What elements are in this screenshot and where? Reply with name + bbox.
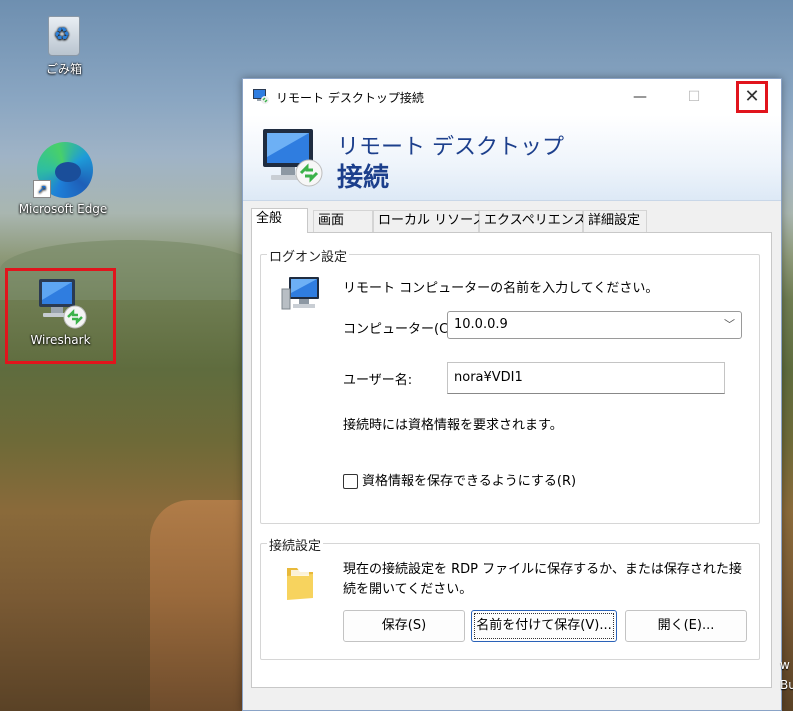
remote-desktop-monitor-icon xyxy=(263,129,323,187)
recycle-bin-label: ごみ箱 xyxy=(45,62,82,76)
folder-icon xyxy=(287,568,313,600)
rdp-window: リモート デスクトップ接続 — ☐ ✕ リモート デスクトップ 接続 全般 画面… xyxy=(242,78,782,711)
remote-desktop-icon xyxy=(253,89,269,104)
desktop-icon-wireshark[interactable]: Wireshark xyxy=(5,268,116,364)
desktop-icon-recycle-bin[interactable]: ♻ ごみ箱 xyxy=(14,10,114,77)
save-credentials-checkbox[interactable] xyxy=(343,474,358,489)
connection-description: 現在の接続設定を RDP ファイルに保存するか、または保存された接続を開いてくだ… xyxy=(343,562,742,597)
wireshark-label: Wireshark xyxy=(30,333,91,347)
connection-settings-group: 接続設定 現在の接続設定を RDP ファイルに保存するか、または保存された接続を… xyxy=(260,535,760,660)
shortcut-arrow-icon: ↗ xyxy=(33,180,51,198)
credentials-info-text: 接続時には資格情報を要求されます。 xyxy=(343,418,563,433)
desktop-edge-text: w Bu xyxy=(780,658,793,692)
tab-general[interactable]: 全般 xyxy=(251,208,308,233)
computer-label: コンピューター(C): xyxy=(343,322,458,337)
computer-monitor-icon xyxy=(281,277,319,310)
connection-group-title: 接続設定 xyxy=(267,535,324,554)
logon-group-title: ログオン設定 xyxy=(267,246,350,265)
remote-desktop-icon xyxy=(31,275,91,331)
tab-local-resources[interactable]: ローカル リソース xyxy=(373,210,485,232)
computer-combobox[interactable]: 10.0.0.9 ﹀ xyxy=(447,311,742,339)
username-label: ユーザー名: xyxy=(343,373,413,388)
computer-value: 10.0.0.9 xyxy=(454,317,508,332)
save-credentials-label: 資格情報を保存できるようにする(R) xyxy=(362,474,577,489)
tab-experience[interactable]: エクスペリエンス xyxy=(479,210,586,232)
edge-icon: ↗ xyxy=(33,140,93,200)
window-title: リモート デスクトップ接続 xyxy=(276,91,424,105)
save-button[interactable]: 保存(S) xyxy=(343,610,465,642)
minimize-button[interactable]: — xyxy=(617,79,663,115)
tab-display[interactable]: 画面 xyxy=(313,210,373,232)
close-button[interactable]: ✕ xyxy=(736,81,768,113)
general-tab-panel: ログオン設定 リモート コンピューターの名前を入力してください。 コンピューター… xyxy=(251,232,772,688)
save-as-button[interactable]: 名前を付けて保存(V)... xyxy=(471,610,617,642)
open-button[interactable]: 開く(E)... xyxy=(625,610,747,642)
banner-line2: 接続 xyxy=(337,163,390,193)
desktop-icon-edge[interactable]: ↗ Microsoft Edge xyxy=(13,140,113,216)
tab-advanced[interactable]: 詳細設定 xyxy=(583,210,647,232)
chevron-down-icon[interactable]: ﹀ xyxy=(724,312,735,338)
save-credentials-option[interactable]: 資格情報を保存できるようにする(R) xyxy=(343,474,576,490)
title-bar[interactable]: リモート デスクトップ接続 — ☐ ✕ xyxy=(243,79,781,115)
recycle-bin-icon: ♻ xyxy=(44,10,84,58)
header-banner: リモート デスクトップ 接続 xyxy=(243,115,781,201)
username-field[interactable]: nora¥VDI1 xyxy=(447,362,725,394)
logon-settings-group: ログオン設定 リモート コンピューターの名前を入力してください。 コンピューター… xyxy=(260,246,760,524)
computer-name-prompt: リモート コンピューターの名前を入力してください。 xyxy=(343,281,659,296)
edge-label: Microsoft Edge xyxy=(18,202,108,216)
maximize-button[interactable]: ☐ xyxy=(671,79,717,115)
